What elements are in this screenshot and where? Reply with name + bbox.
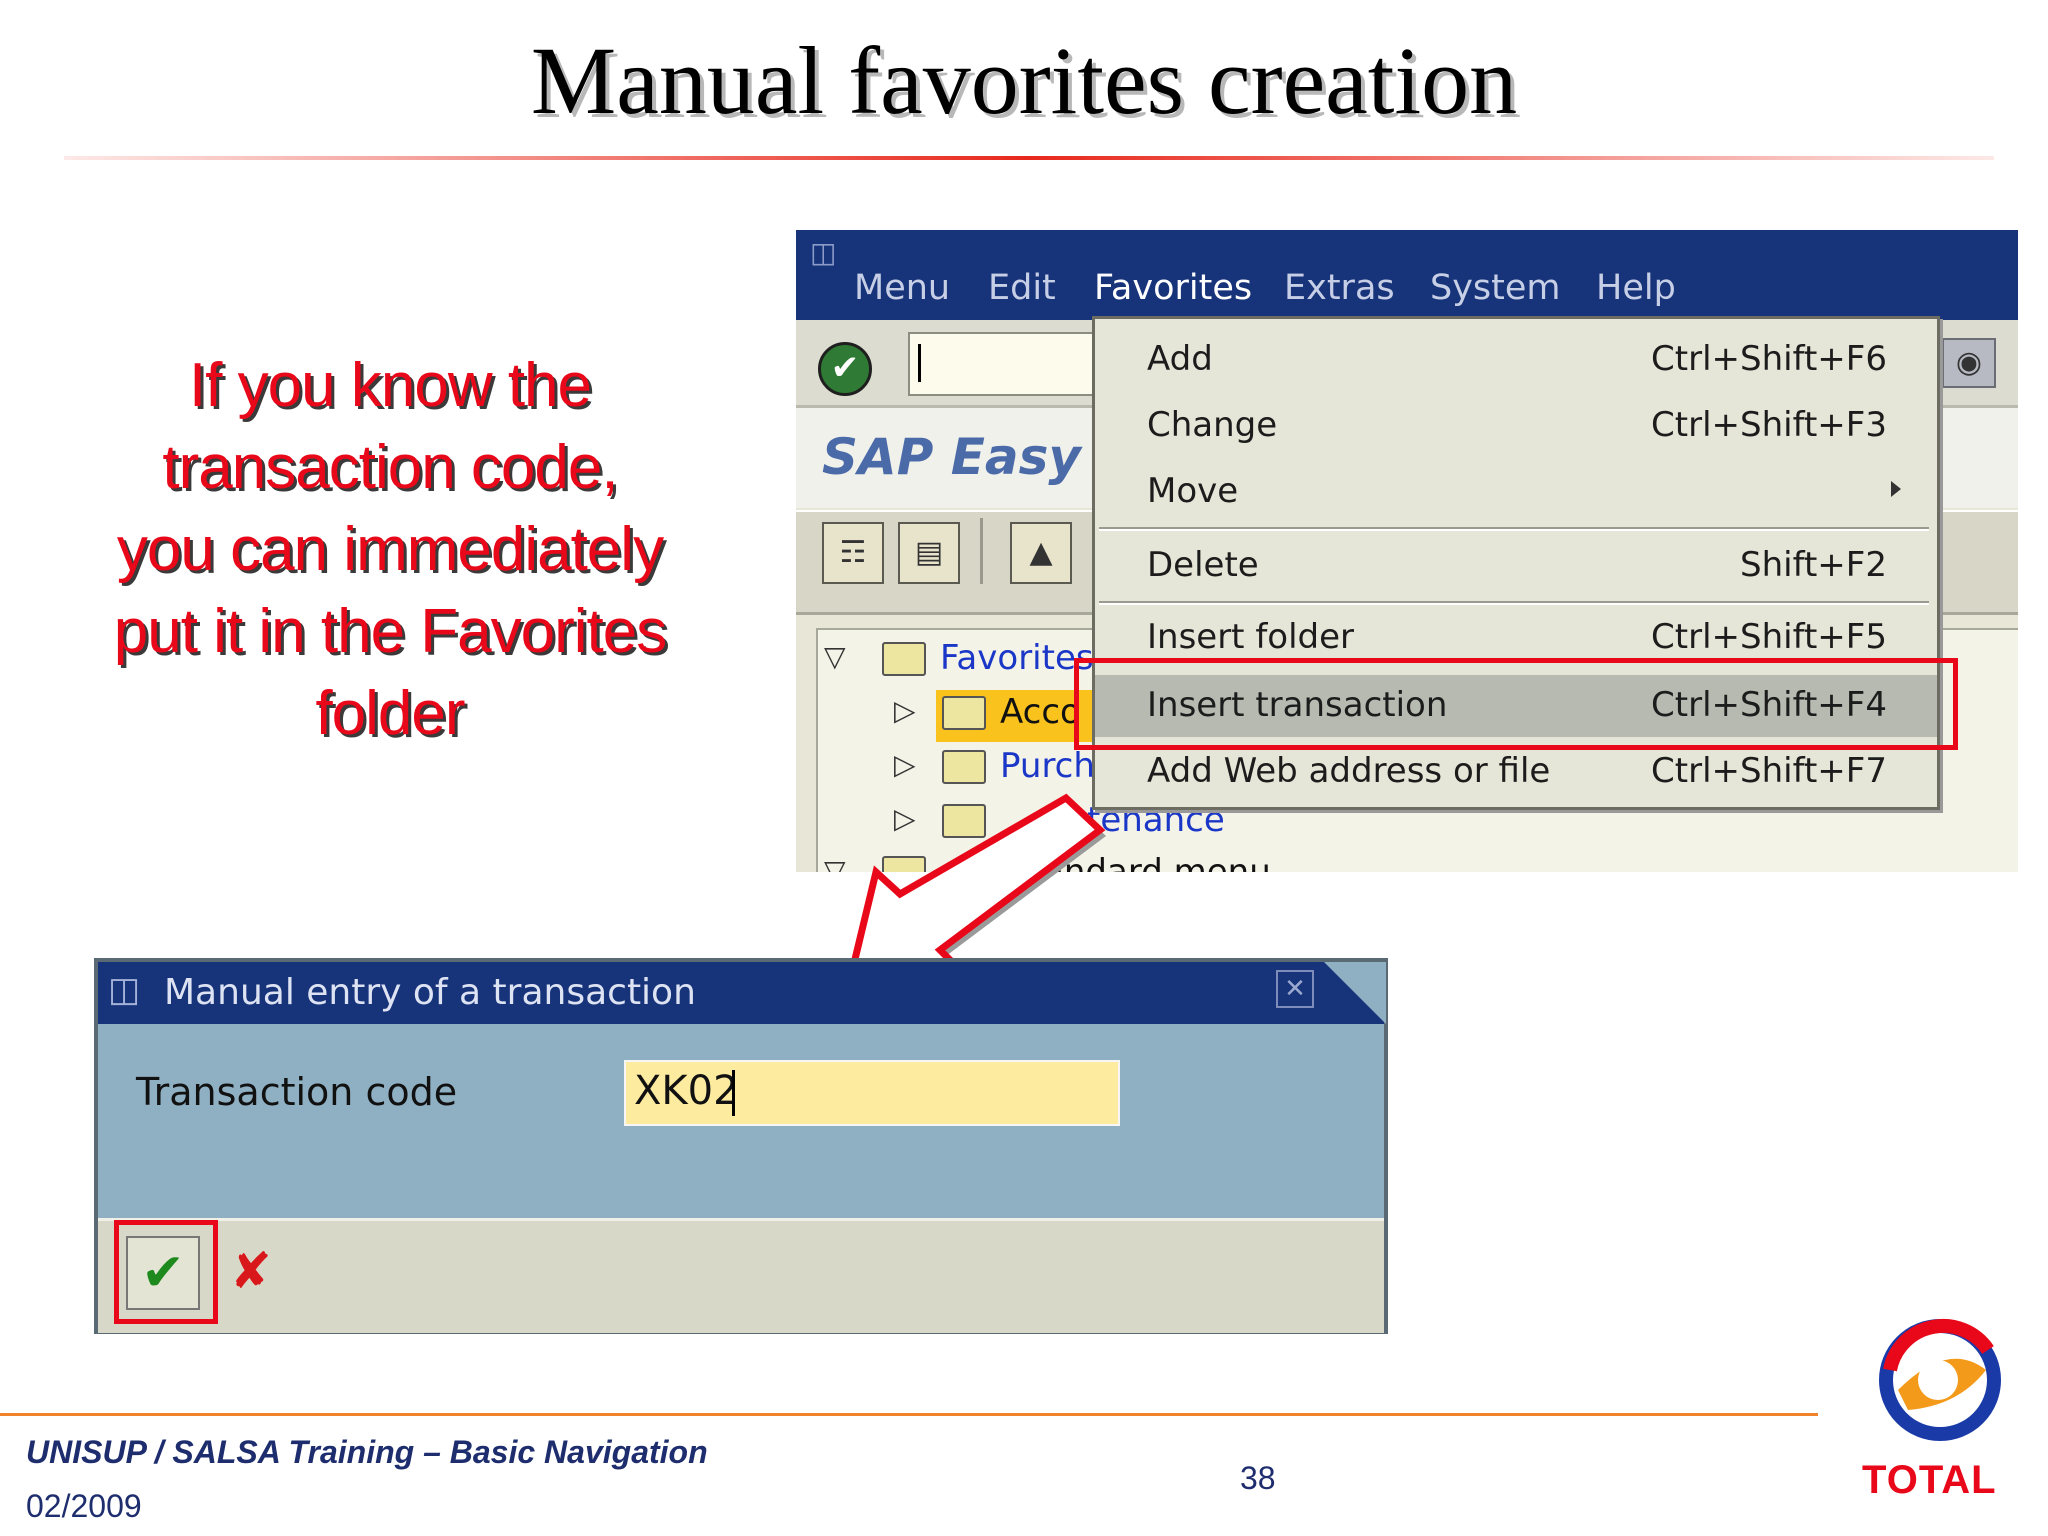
folder-icon [942,696,986,730]
menu-item-label: Add [1147,339,1213,379]
footer-divider [0,1413,1818,1416]
explanation-line: If you know the [188,351,592,420]
transaction-code-input[interactable]: XK02 [624,1060,1120,1126]
menu-extras[interactable]: Extras [1284,268,1395,308]
expand-down-icon[interactable]: ▽ [824,640,846,673]
menu-item-shortcut: Ctrl+Shift+F7 [1651,751,1887,791]
explanation-text: If you know the transaction code, you ca… [40,345,740,755]
manual-entry-dialog: ◫ Manual entry of a transaction ✕ Transa… [94,958,1388,1334]
menu-item-shortcut: Ctrl+Shift+F3 [1651,405,1887,445]
menu-item-shortcut: Ctrl+Shift+F5 [1651,617,1887,657]
menu-item-label: Move [1147,471,1239,511]
close-icon[interactable]: ✕ [1276,970,1314,1008]
menu-item-add-web-address[interactable]: Add Web address or file Ctrl+Shift+F7 [1095,741,1937,803]
transaction-code-label: Transaction code [136,1070,458,1114]
menu-item-change[interactable]: Change Ctrl+Shift+F3 [1095,395,1937,457]
logo-wordmark: TOTAL [1862,1458,1997,1502]
sap-menubar [796,230,2018,320]
footer-course-title: UNISUP / SALSA Training – Basic Navigati… [26,1434,708,1470]
page-number: 38 [1240,1460,1276,1496]
user-menu-icon[interactable]: ☶ [822,522,884,584]
screen-title: SAP Easy A [822,428,1138,486]
explanation-line: you can immediately [116,515,664,584]
enter-check-icon[interactable]: ✔ [818,342,872,396]
explanation-line: put it in the Favorites [113,597,668,666]
tree-node-acco[interactable]: Acco [1000,692,1081,732]
window-icon: ◫ [108,970,141,1010]
menu-item-shortcut: Ctrl+Shift+F6 [1651,339,1887,379]
folder-open-icon [882,642,926,676]
dialog-button-bar [98,1218,1384,1333]
menu-edit[interactable]: Edit [988,268,1056,308]
other-menu-icon[interactable]: ▲ [1010,522,1072,584]
folder-icon [942,750,986,784]
sap-menu-icon[interactable]: ▤ [898,522,960,584]
find-icon[interactable]: ◉ [1942,338,1996,388]
window-icon: ◫ [810,236,837,269]
transaction-code-value: XK02 [634,1068,739,1114]
menu-item-shortcut: Shift+F2 [1740,545,1887,585]
footer-date: 02/2009 [26,1488,142,1524]
menu-separator [1099,527,1929,531]
menu-favorites[interactable]: Favorites [1094,268,1252,308]
expand-right-icon[interactable]: ▷ [894,748,916,781]
explanation-line: transaction code, [162,433,618,502]
toolbar-separator [980,518,983,584]
title-divider [64,156,1994,160]
dialog-title: Manual entry of a transaction [164,972,696,1013]
menu-help[interactable]: Help [1596,268,1676,308]
tree-node-favorites[interactable]: Favorites [940,638,1094,678]
menu-item-label: Add Web address or file [1147,751,1551,791]
submenu-arrow-icon [1891,481,1901,497]
highlight-box-continue [114,1220,218,1324]
highlight-box-insert-transaction [1074,658,1958,750]
menu-system[interactable]: System [1430,268,1561,308]
menu-item-label: Change [1147,405,1278,445]
explanation-line: folder [315,679,465,748]
menu-item-delete[interactable]: Delete Shift+F2 [1095,535,1937,597]
menu-item-label: Delete [1147,545,1259,585]
menu-separator [1099,601,1929,605]
text-caret [732,1070,735,1116]
menu-item-add[interactable]: Add Ctrl+Shift+F6 [1095,329,1937,391]
cancel-x-button[interactable]: ✘ [216,1236,286,1306]
menu-item-label: Insert folder [1147,617,1355,657]
menu-item-move[interactable]: Move [1095,461,1937,523]
slide-title: Manual favorites creation [530,27,1518,134]
title-bar-corner [1324,962,1386,1024]
expand-right-icon[interactable]: ▷ [894,694,916,727]
menu-menu[interactable]: Menu [854,268,950,308]
text-caret [918,344,921,382]
total-logo-icon [1879,1318,2001,1441]
